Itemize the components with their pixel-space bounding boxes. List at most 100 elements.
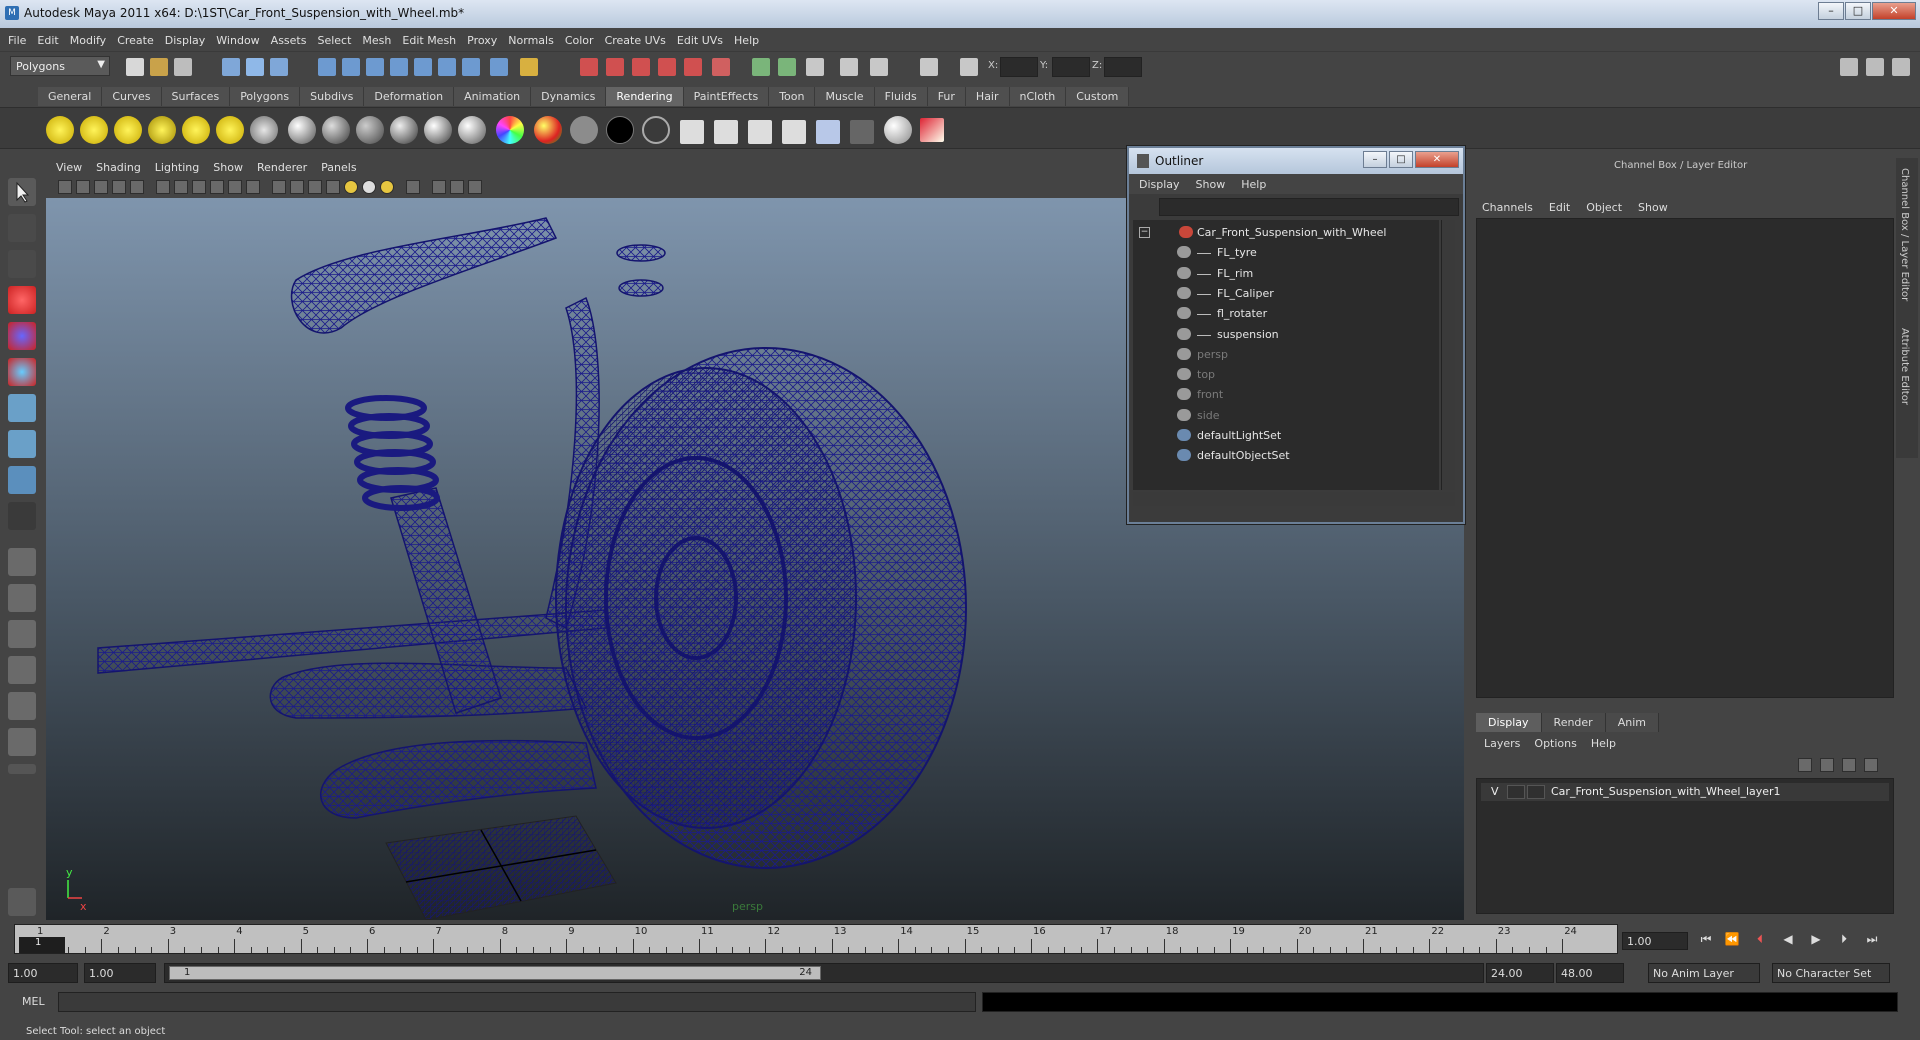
field-chart-icon[interactable]: [228, 180, 242, 194]
menu-set-dropdown[interactable]: Polygons ▼: [10, 56, 110, 76]
last-tool-icon[interactable]: [8, 502, 36, 530]
layer-menu-help[interactable]: Help: [1591, 737, 1616, 750]
shelf-tab-painteffects[interactable]: PaintEffects: [683, 86, 770, 106]
command-language-toggle[interactable]: MEL: [22, 995, 45, 1008]
four-view-layout-icon[interactable]: [8, 584, 36, 612]
current-frame-field[interactable]: 1.00: [1622, 932, 1688, 950]
shelf-tab-ncloth[interactable]: nCloth: [1009, 86, 1067, 106]
viewport-menu-show[interactable]: Show: [213, 161, 243, 174]
render-view-icon[interactable]: [658, 58, 676, 76]
outliner-minimize-button[interactable]: –: [1363, 151, 1387, 168]
outliner-item[interactable]: FL_tyre: [1133, 244, 1433, 262]
menu-display[interactable]: Display: [165, 34, 206, 47]
soft-mod-tool-icon[interactable]: [8, 430, 36, 458]
new-layer-icon[interactable]: [1842, 758, 1856, 772]
two-d-pan-icon[interactable]: [130, 180, 144, 194]
ambient-light-icon[interactable]: [46, 116, 74, 144]
resolution-gate-icon[interactable]: [192, 180, 206, 194]
move-layer-down-icon[interactable]: [1820, 758, 1834, 772]
persp-outliner-layout-icon[interactable]: [8, 620, 36, 648]
step-back-key-button[interactable]: ⏴: [1750, 932, 1770, 950]
shadows-icon[interactable]: [380, 180, 394, 194]
viewport-menu-lighting[interactable]: Lighting: [155, 161, 199, 174]
layer-visibility-toggle[interactable]: V: [1491, 785, 1499, 798]
layer-color-swatch[interactable]: [1527, 785, 1545, 799]
move-tool-icon[interactable]: [8, 286, 36, 314]
playback-start-field[interactable]: 1.00: [84, 963, 156, 983]
open-scene-icon[interactable]: [150, 58, 168, 76]
outliner-menu-help[interactable]: Help: [1241, 178, 1266, 191]
xray-icon[interactable]: [432, 180, 446, 194]
smooth-shade-icon[interactable]: [290, 180, 304, 194]
y-field[interactable]: [1052, 57, 1090, 77]
viewport-menu-renderer[interactable]: Renderer: [257, 161, 307, 174]
outliner-menu-display[interactable]: Display: [1139, 178, 1180, 191]
go-to-end-button[interactable]: ⏭: [1862, 932, 1882, 950]
outliner-item[interactable]: FL_Caliper: [1133, 285, 1433, 303]
new-layer-selected-icon[interactable]: [1864, 758, 1878, 772]
go-to-start-button[interactable]: ⏮: [1696, 932, 1716, 950]
menu-edit-uvs[interactable]: Edit UVs: [677, 34, 723, 47]
animation-start-field[interactable]: 1.00: [8, 963, 78, 983]
menu-create[interactable]: Create: [117, 34, 154, 47]
shelf-tab-toon[interactable]: Toon: [769, 86, 816, 106]
outliner-horizontal-scrollbar[interactable]: [1133, 492, 1455, 506]
layer-tab-anim[interactable]: Anim: [1605, 712, 1659, 732]
x-field[interactable]: [1000, 57, 1038, 77]
shelf-tab-custom[interactable]: Custom: [1066, 86, 1130, 106]
use-background-icon[interactable]: [570, 116, 598, 144]
help-query-icon[interactable]: [490, 58, 508, 76]
render-frame-icon[interactable]: [580, 58, 598, 76]
xray-joints-icon[interactable]: [450, 180, 464, 194]
outliner-item[interactable]: − Car_Front_Suspension_with_Wheel: [1133, 224, 1433, 242]
batch-render-icon[interactable]: [748, 120, 772, 144]
bookmark-icon[interactable]: [94, 180, 108, 194]
range-slider-knob[interactable]: 1 24: [169, 966, 821, 980]
rotate-tool-icon[interactable]: [8, 322, 36, 350]
grid-toggle-icon[interactable]: [156, 180, 170, 194]
camera-attributes-icon[interactable]: [76, 180, 90, 194]
construction-icon[interactable]: [462, 58, 480, 76]
menu-normals[interactable]: Normals: [508, 34, 554, 47]
use-default-light-icon[interactable]: [344, 180, 358, 194]
pose-tool-icon[interactable]: [8, 888, 36, 916]
select-by-component-icon[interactable]: [270, 58, 288, 76]
viewport-menu-shading[interactable]: Shading: [96, 161, 141, 174]
blinn-shader-icon[interactable]: [322, 116, 350, 144]
save-scene-icon[interactable]: [174, 58, 192, 76]
transform-icon[interactable]: [920, 58, 938, 76]
snap-grid-icon[interactable]: [318, 58, 336, 76]
toggle-channel-box-icon[interactable]: [1892, 58, 1910, 76]
channel-box-menu-show[interactable]: Show: [1638, 201, 1668, 214]
snap-point-icon[interactable]: [366, 58, 384, 76]
select-tool-icon[interactable]: [8, 178, 36, 206]
surface-shader-icon[interactable]: [534, 116, 562, 144]
playback-end-field[interactable]: 24.00: [1486, 963, 1554, 983]
shadow-shader-icon[interactable]: [606, 116, 634, 144]
outliner-item[interactable]: persp: [1133, 346, 1433, 364]
shelf-tab-dynamics[interactable]: Dynamics: [531, 86, 607, 106]
outliner-item[interactable]: FL_rim: [1133, 265, 1433, 283]
render-region-icon[interactable]: [712, 58, 730, 76]
layer-menu-options[interactable]: Options: [1534, 737, 1576, 750]
step-back-button[interactable]: ⏪: [1722, 932, 1742, 950]
snap-plane-icon[interactable]: [390, 58, 408, 76]
select-by-object-icon[interactable]: [246, 58, 264, 76]
persp-graph-layout-icon[interactable]: [8, 656, 36, 684]
channel-box-menu-channels[interactable]: Channels: [1482, 201, 1533, 214]
toggle-tool-settings-icon[interactable]: [1866, 58, 1884, 76]
animation-end-field[interactable]: 48.00: [1556, 963, 1624, 983]
shelf-tab-rendering[interactable]: Rendering: [606, 86, 684, 106]
persp-graph-outliner-layout-icon[interactable]: [8, 728, 36, 756]
paint-brush-icon[interactable]: [920, 118, 944, 142]
outliner-item[interactable]: side: [1133, 407, 1433, 425]
outliner-item[interactable]: front: [1133, 386, 1433, 404]
outliner-vertical-scrollbar[interactable]: [1441, 220, 1455, 490]
select-by-hierarchy-icon[interactable]: [222, 58, 240, 76]
relative-mode-icon[interactable]: [778, 58, 796, 76]
camera-icon[interactable]: [250, 116, 278, 144]
shelf-tab-fluids[interactable]: Fluids: [874, 86, 928, 106]
wireframe-icon[interactable]: [272, 180, 286, 194]
phong-shader-icon[interactable]: [390, 116, 418, 144]
lasso-tool-icon[interactable]: [8, 214, 36, 242]
